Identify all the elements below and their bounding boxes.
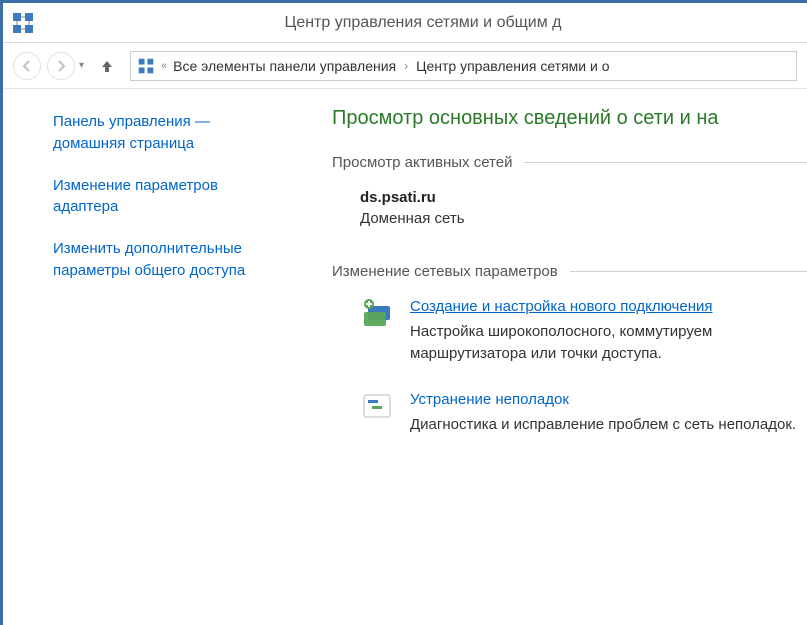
section-label: Просмотр активных сетей [332, 154, 512, 171]
network-name: ds.psati.ru [360, 189, 807, 206]
task-link-create[interactable]: Создание и настройка нового подключения [410, 298, 807, 315]
sidebar: Панель управления — домашняя страница Из… [3, 89, 308, 625]
titlebar: Центр управления сетями и общим д [3, 3, 807, 43]
section-active-networks: Просмотр активных сетей [332, 154, 807, 171]
chevron-left-icon: « [161, 60, 167, 72]
main-panel: Просмотр основных сведений о сети и на П… [308, 89, 807, 625]
history-dropdown-icon[interactable]: ▾ [79, 60, 84, 71]
back-button[interactable] [13, 52, 41, 80]
sidebar-link-sharing[interactable]: Изменить дополнительные параметры общего… [53, 238, 284, 282]
task-create-connection: Создание и настройка нового подключения … [332, 298, 807, 365]
breadcrumb-segment[interactable]: Центр управления сетями и о [416, 58, 609, 74]
troubleshoot-icon [360, 391, 394, 421]
divider [570, 271, 807, 272]
task-troubleshoot: Устранение неполадок Диагностика и испра… [332, 391, 807, 436]
task-description: Диагностика и исправление проблем с сеть… [410, 414, 807, 436]
nav-toolbar: ▾ « Все элементы панели управления › Цен… [3, 43, 807, 89]
page-title: Просмотр основных сведений о сети и на [332, 107, 807, 130]
network-type: Доменная сеть [360, 210, 807, 227]
sidebar-link-home[interactable]: Панель управления — домашняя страница [53, 111, 284, 155]
network-center-icon [137, 57, 155, 75]
active-network-item: ds.psati.ru Доменная сеть [332, 189, 807, 227]
section-change-settings: Изменение сетевых параметров [332, 263, 807, 280]
divider [524, 162, 807, 163]
task-description: Настройка широкополосного, коммутируем м… [410, 321, 807, 365]
chevron-right-icon: › [402, 59, 410, 73]
breadcrumb-segment[interactable]: Все элементы панели управления [173, 58, 396, 74]
content-area: Панель управления — домашняя страница Из… [3, 89, 807, 625]
task-link-troubleshoot[interactable]: Устранение неполадок [410, 391, 807, 408]
up-button[interactable] [96, 55, 118, 77]
network-center-icon [11, 11, 35, 35]
section-label: Изменение сетевых параметров [332, 263, 558, 280]
sidebar-link-adapter[interactable]: Изменение параметров адаптера [53, 175, 284, 219]
window-title: Центр управления сетями и общим д [47, 14, 799, 32]
forward-button[interactable] [47, 52, 75, 80]
new-connection-icon [360, 298, 394, 328]
address-bar[interactable]: « Все элементы панели управления › Центр… [130, 51, 797, 81]
